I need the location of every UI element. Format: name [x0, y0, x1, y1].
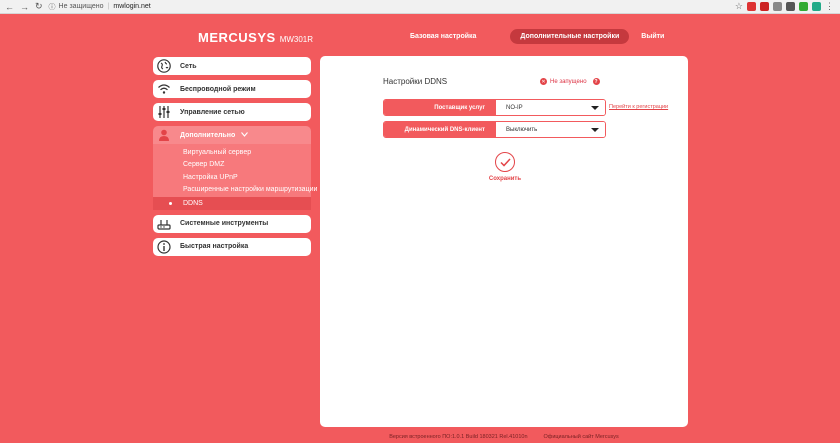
official-site-link[interactable]: Официальный сайт Mercusys	[544, 434, 619, 440]
save-button[interactable]: Сохранить	[487, 152, 523, 182]
extension-icon[interactable]	[786, 2, 795, 11]
status-badge: ✕ Не запущено ?	[540, 78, 600, 85]
sidebar-item-system-tools[interactable]: Системные инструменты	[153, 214, 311, 233]
security-label: Не защищено	[58, 3, 104, 10]
sidebar-item-label: Сеть	[180, 62, 197, 70]
nav-advanced-settings[interactable]: Дополнительные настройки	[510, 29, 630, 44]
client-row: Динамический DNS-клиент Выключить	[383, 121, 606, 138]
provider-row: Поставщик услуг NO-IP	[383, 99, 606, 116]
submenu-item-routing[interactable]: Расширенные настройки маршрутизации	[153, 184, 317, 197]
submenu-item-ddns[interactable]: DDNS	[153, 197, 311, 210]
user-icon	[157, 128, 171, 142]
brand-logo: MERCUSYS MW301R	[198, 30, 313, 45]
caret-down-icon	[591, 105, 599, 110]
help-icon[interactable]: ?	[592, 78, 600, 85]
client-label: Динамический DNS-клиент	[384, 122, 496, 137]
submenu-item-label: DDNS	[183, 199, 203, 207]
submenu-item-virtual-server[interactable]: Виртуальный сервер	[153, 146, 311, 159]
sliders-icon	[157, 105, 171, 119]
sidebar-item-advanced[interactable]: Дополнительно	[153, 126, 311, 144]
forward-icon[interactable]: →	[20, 2, 29, 12]
nav-basic-settings[interactable]: Базовая настройка	[400, 29, 486, 44]
globe-icon	[157, 59, 171, 73]
main-panel: Настройки DDNS ✕ Не запущено ? Поставщик…	[320, 56, 688, 427]
advanced-submenu: Виртуальный сервер Сервер DMZ Настройка …	[153, 144, 317, 210]
provider-value: NO-IP	[506, 104, 523, 111]
bookmark-star-icon[interactable]: ☆	[735, 2, 743, 11]
sidebar-item-network[interactable]: Сеть	[153, 57, 311, 75]
sidebar-item-label: Системные инструменты	[180, 220, 269, 227]
extension-icon[interactable]	[812, 2, 821, 11]
info-icon	[157, 239, 171, 254]
menu-dots-icon[interactable]: ⋮	[825, 2, 834, 11]
logo-text: MERCUSYS	[198, 30, 276, 45]
status-text: Не запущено	[550, 78, 587, 85]
address-bar[interactable]: ⓘ Не защищено | mwlogin.net	[49, 2, 151, 12]
extension-icon[interactable]	[799, 2, 808, 11]
client-value: Выключить	[506, 126, 538, 133]
register-link[interactable]: Перейти к регистрации	[609, 104, 668, 110]
save-label: Сохранить	[488, 176, 522, 182]
browser-toolbar: ← → ↻ ⓘ Не защищено | mwlogin.net ☆ ⋮	[0, 0, 840, 14]
extension-icon[interactable]	[760, 2, 769, 11]
url-text: mwlogin.net	[113, 3, 151, 10]
router-icon	[157, 217, 171, 231]
extension-icon[interactable]	[773, 2, 782, 11]
firmware-version: Версия встроенного ПО:1.0.1 Build 180321…	[389, 434, 528, 440]
submenu-item-upnp[interactable]: Настройка UPnP	[153, 171, 311, 184]
caret-down-icon	[591, 127, 599, 132]
extension-icon[interactable]	[747, 2, 756, 11]
model-name: MW301R	[279, 35, 314, 44]
sidebar-item-label: Управление сетью	[180, 108, 245, 116]
provider-label: Поставщик услуг	[384, 100, 496, 115]
info-icon: ⓘ	[48, 3, 56, 11]
sidebar-item-label: Беспроводной режим	[180, 85, 256, 93]
sidebar-item-label: Дополнительно	[180, 131, 236, 139]
provider-select[interactable]: NO-IP	[496, 100, 605, 115]
reload-icon[interactable]: ↻	[35, 1, 43, 12]
sidebar-item-label: Быстрая настройка	[180, 243, 249, 250]
chevron-down-icon	[241, 131, 249, 139]
top-navigation: Базовая настройка Дополнительные настрой…	[400, 29, 674, 44]
close-circle-icon: ✕	[540, 78, 547, 85]
footer: Версия встроенного ПО:1.0.1 Build 180321…	[0, 434, 840, 440]
wifi-icon	[157, 82, 171, 96]
nav-logout[interactable]: Выйти	[631, 29, 674, 44]
sidebar-item-quick-setup[interactable]: Быстрая настройка	[153, 237, 311, 256]
page-title: Настройки DDNS	[383, 77, 448, 86]
submenu-item-dmz[interactable]: Сервер DMZ	[153, 159, 311, 172]
checkmark-icon	[495, 152, 515, 172]
sidebar: Сеть Беспроводной режим Управление сетью…	[153, 57, 317, 261]
sidebar-item-wireless[interactable]: Беспроводной режим	[153, 80, 311, 98]
client-select[interactable]: Выключить	[496, 122, 605, 137]
selected-dot-icon	[169, 201, 172, 205]
sidebar-item-network-control[interactable]: Управление сетью	[153, 103, 311, 121]
back-icon[interactable]: ←	[5, 2, 14, 12]
